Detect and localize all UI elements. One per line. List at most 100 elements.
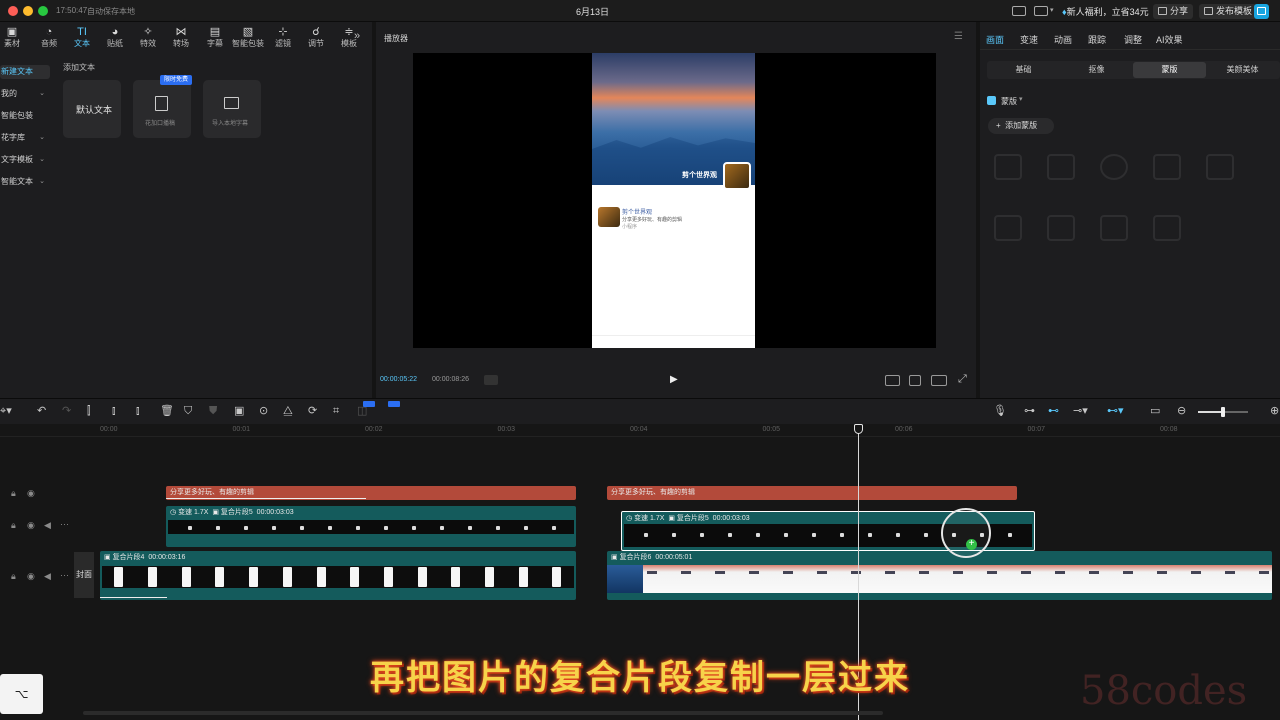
redo-icon[interactable]: ↷ — [62, 405, 71, 417]
zoom-window-button[interactable] — [38, 6, 48, 16]
tool-filter[interactable]: ⊹ 滤镜 — [266, 26, 300, 49]
freeze-icon[interactable]: ▣ — [234, 405, 244, 417]
lock-icon[interactable]: 🔒︎ — [11, 488, 16, 499]
text-clip[interactable]: 分享更多好玩、有趣的剪辑 — [166, 486, 576, 500]
mask-heart-icon[interactable] — [994, 215, 1022, 241]
inspector-tab[interactable]: 画面 — [986, 33, 1004, 46]
playhead-handle[interactable] — [854, 424, 863, 434]
eye-icon[interactable]: ◉ — [27, 571, 35, 582]
main-clip[interactable]: ▣ 复合片段6 00:00:05:01 — [607, 551, 1272, 600]
undo-icon[interactable]: ↶ — [37, 405, 46, 417]
fullscreen-icon[interactable]: ⤢ — [958, 373, 967, 386]
link-icon[interactable]: ⊶ — [1024, 405, 1035, 417]
tool-transition[interactable]: ⋈ 转场 — [164, 26, 198, 49]
inspector-tab[interactable]: 变速 — [1020, 33, 1038, 46]
preview-quality-icon[interactable] — [885, 375, 900, 386]
auto-snap-icon[interactable]: ⊷▾ — [1107, 405, 1124, 417]
preview-canvas[interactable]: 剪个世界观 剪个世界观 分享更多好玩、有趣的剪辑 小程序 — [413, 53, 936, 348]
main-clip[interactable]: ▣ 复合片段4 00:00:03:16 — [100, 551, 576, 600]
split-left-icon[interactable]: ⫾ — [112, 405, 116, 417]
tool-adjust[interactable]: ☌ 调节 — [299, 26, 333, 49]
audio-icon[interactable]: ◀︎ — [44, 520, 51, 531]
marker-icon[interactable]: ⛉ — [184, 405, 192, 417]
mask-brush-icon[interactable] — [1153, 215, 1181, 241]
mask-mirror-icon[interactable] — [1100, 154, 1128, 180]
screen-icon[interactable]: ▭ — [1150, 405, 1160, 417]
add-subtitle-card[interactable]: 限时免费 花加口播稿 — [133, 75, 192, 138]
inspector-tab[interactable]: 跟踪 — [1088, 33, 1106, 46]
minimize-window-button[interactable] — [23, 6, 33, 16]
tool-media[interactable]: ▣ 素材 — [0, 26, 29, 49]
sidebar-item[interactable]: 新建文本 — [0, 65, 50, 79]
add-mask-button[interactable]: + 添加蒙版 — [988, 118, 1054, 134]
inspector-tab[interactable]: 调整 — [1124, 33, 1142, 46]
sidebar-item[interactable]: 花字库 ⌄ — [0, 131, 50, 145]
focus-icon[interactable] — [909, 375, 921, 386]
tool-smart-pack[interactable]: ▧ 智能包装 — [231, 26, 265, 49]
tool-text[interactable]: TI 文本 — [65, 26, 99, 49]
cover-button[interactable]: 封面 — [74, 552, 94, 598]
close-window-button[interactable] — [8, 6, 18, 16]
export-button[interactable] — [1254, 4, 1269, 19]
tool-template[interactable]: ≑ 模板 — [332, 26, 366, 49]
delete-icon[interactable]: 🗑 — [160, 405, 174, 417]
subtab[interactable]: 美颜美体 — [1206, 62, 1279, 78]
microphone-icon[interactable]: 🎙 — [993, 405, 1007, 417]
publish-template-button[interactable]: 发布模板 — [1199, 4, 1258, 19]
inspector-tab[interactable]: AI效果 — [1156, 33, 1183, 46]
tool-subtitle[interactable]: ▤ 字幕 — [198, 26, 232, 49]
split-right-icon[interactable]: ⫾ — [136, 405, 140, 417]
sidebar-item[interactable]: 智能包装 — [0, 109, 50, 123]
shield-icon[interactable]: ⛊ — [209, 405, 217, 417]
promo-link[interactable]: ♦新人福利，立省34元 — [1062, 5, 1149, 18]
play-icon[interactable]: ▶ — [670, 374, 678, 385]
subtab[interactable]: 抠像 — [1060, 62, 1133, 78]
eye-icon[interactable]: ◉ — [27, 520, 35, 531]
aspect-ratio-icon[interactable] — [931, 375, 947, 386]
overlay-clip[interactable]: ◷ 变速 1.7X ▣ 复合片段5 00:00:03:03 — [166, 506, 576, 547]
timecode-toggle[interactable] — [484, 375, 498, 385]
mask-rect-icon[interactable] — [1206, 154, 1234, 180]
select-tool-icon[interactable]: ⌖▾ — [0, 405, 12, 417]
sidebar-item[interactable]: 我的 ⌄ — [0, 87, 50, 101]
timeline-ruler[interactable]: 00:00 00:01 00:02 00:03 00:04 00:05 00:06 00:07… — [0, 424, 1280, 436]
mask-line-icon[interactable] — [1047, 154, 1075, 180]
audio-icon[interactable]: ◀︎ — [44, 571, 51, 582]
crop-icon[interactable]: ⌗ — [333, 405, 339, 417]
mirror-icon[interactable]: ⧋ — [283, 405, 293, 417]
import-subtitle-card[interactable]: 导入本地字幕 — [203, 80, 261, 138]
split-icon[interactable]: ⫿ — [87, 405, 91, 417]
layout-mode-icon[interactable] — [1034, 6, 1048, 16]
mask-checkbox[interactable] — [987, 96, 996, 105]
zoom-in-icon[interactable]: ⊕ — [1270, 405, 1279, 417]
layout-icon[interactable] — [1012, 6, 1026, 16]
inspector-tab[interactable]: 动画 — [1054, 33, 1072, 46]
expand-toolbar-icon[interactable]: » — [354, 30, 360, 42]
more-icon[interactable]: ··· — [60, 570, 69, 580]
rotate-icon[interactable]: ⟳ — [308, 405, 317, 417]
zoom-slider-handle[interactable] — [1221, 407, 1225, 417]
text-clip[interactable]: 分享更多好玩、有趣的剪辑 — [607, 486, 1017, 500]
default-text-card[interactable]: 默认文本 — [63, 80, 121, 138]
mask-none-icon[interactable] — [994, 154, 1022, 180]
tool-audio[interactable]: ◔ 音频 — [32, 26, 66, 49]
mask-pen-icon[interactable] — [1100, 215, 1128, 241]
timeline-scrollbar[interactable] — [83, 711, 883, 715]
share-button[interactable]: 分享 — [1153, 4, 1194, 19]
preview-axis-icon[interactable]: ⊸▾ — [1073, 405, 1088, 417]
sidebar-item[interactable]: 文字模板 ⌄ — [0, 153, 50, 167]
sidebar-item[interactable]: 智能文本 ⌄ — [0, 175, 50, 189]
eye-icon[interactable]: ◉ — [27, 488, 35, 499]
tool-sticker[interactable]: ◕ 贴纸 — [98, 26, 132, 49]
more-icon[interactable]: ··· — [60, 519, 69, 529]
mask-circle-icon[interactable] — [1153, 154, 1181, 180]
subtab[interactable]: 基础 — [987, 62, 1060, 78]
zoom-out-icon[interactable]: ⊖ — [1177, 405, 1186, 417]
subtab[interactable]: 蒙版 — [1133, 62, 1206, 78]
magnet-icon[interactable]: ⊷ — [1048, 405, 1059, 417]
play-speed-icon[interactable]: ⊙ — [259, 405, 268, 417]
lock-icon[interactable]: 🔒︎ — [11, 520, 16, 531]
menu-icon[interactable]: ☰ — [954, 31, 963, 42]
lock-icon[interactable]: 🔒︎ — [11, 571, 16, 582]
mask-text-icon[interactable] — [1047, 215, 1075, 241]
